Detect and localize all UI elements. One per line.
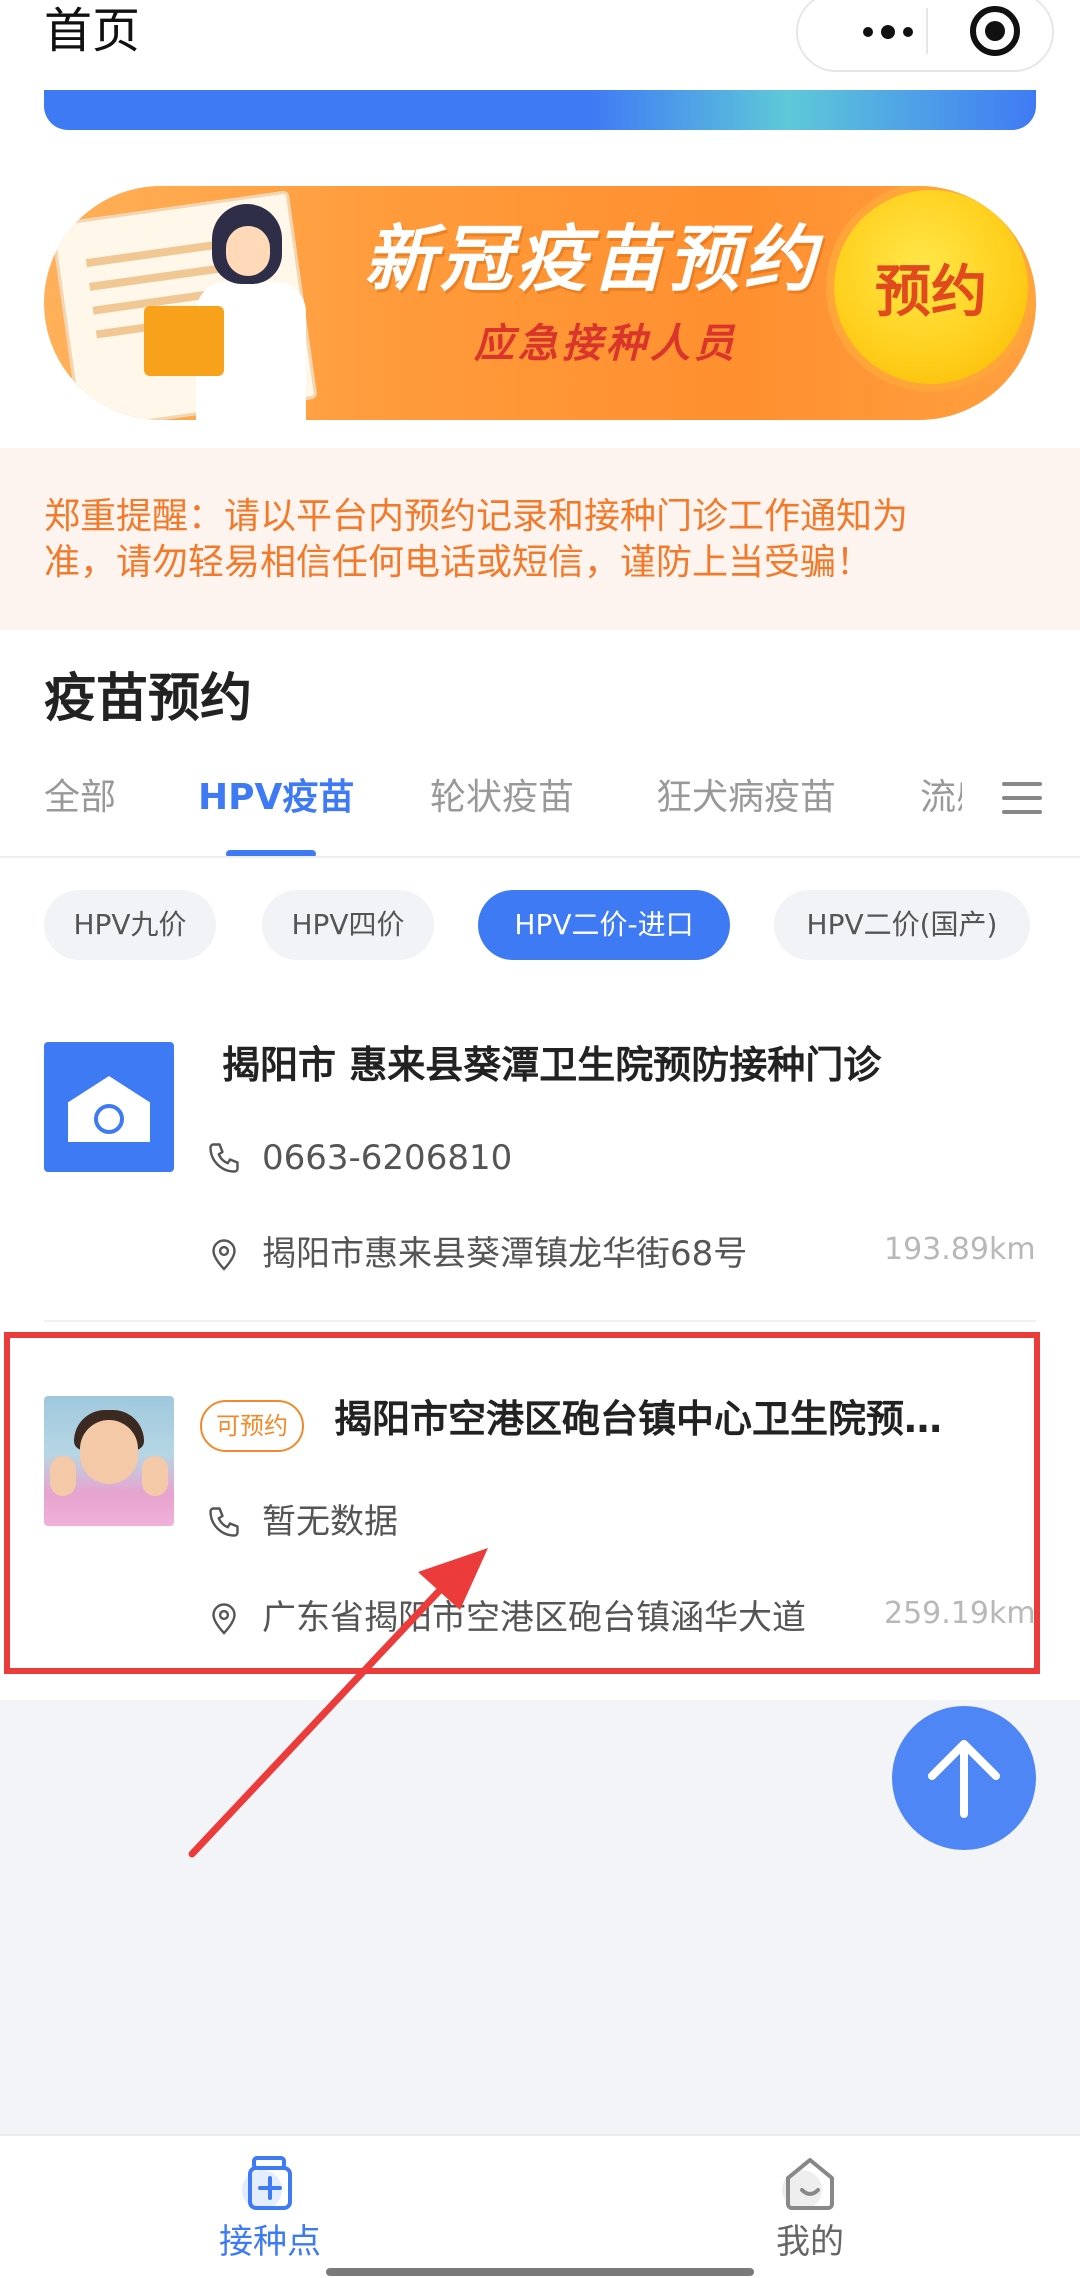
arrow-up-icon: [928, 1740, 1000, 1818]
tab-all[interactable]: 全部: [44, 770, 116, 826]
clinic-photo: [44, 1396, 174, 1526]
folder-illustration: [144, 306, 224, 376]
menu-icon[interactable]: [1002, 778, 1042, 818]
nav-item-vaccination-point[interactable]: 接种点: [120, 2136, 420, 2278]
bottom-navigation: 接种点 我的: [0, 2134, 1080, 2278]
section-title: 疫苗预约: [44, 669, 253, 729]
tab-rotavirus[interactable]: 轮状疫苗: [430, 770, 574, 826]
clinic-address: 广东省揭阳市空港区砲台镇涵华大道: [262, 1598, 806, 1638]
vaccine-tabs: 全部 HPV疫苗 轮状疫苗 狂犬病疫苗 流感: [0, 770, 1080, 860]
mini-program-capsule: [796, 0, 1054, 72]
top-banner[interactable]: [44, 88, 1036, 130]
clinic-name: 揭阳市 惠来县葵潭卫生院预防接种门诊: [222, 1043, 882, 1087]
chip-hpv-9[interactable]: HPV九价: [44, 890, 216, 960]
tab-hpv[interactable]: HPV疫苗: [198, 770, 354, 826]
nav-label: 我的: [776, 2222, 844, 2262]
location-icon: [212, 1603, 236, 1635]
nav-item-mine[interactable]: 我的: [660, 2136, 960, 2278]
banner-title: 新冠疫苗预约: [364, 217, 821, 301]
clinic-phone: 0663-6206810: [262, 1138, 513, 1178]
more-options-icon[interactable]: [838, 12, 938, 52]
tab-flu-label: 流感: [920, 777, 962, 818]
notice-text: 郑重提醒：请以平台内预约记录和接种门诊工作通知为 准，请勿轻易相信任何电话或短信…: [44, 494, 1044, 586]
card-divider: [44, 1320, 1036, 1322]
banner-subtitle: 应急接种人员: [474, 321, 738, 367]
clinic-phone: 暂无数据: [262, 1502, 398, 1542]
top-bar: 首页: [0, 0, 1080, 90]
tabs-divider: [0, 856, 1080, 858]
chip-hpv-2-imported[interactable]: HPV二价-进口: [478, 890, 730, 960]
clinic-distance: 193.89km: [884, 1232, 1036, 1267]
chip-hpv-2-domestic[interactable]: HPV二价(国产): [774, 890, 1030, 960]
phone-icon: [209, 1143, 239, 1173]
phone-icon: [209, 1507, 239, 1537]
bookable-badge: 可预约: [200, 1400, 304, 1452]
tab-rabies[interactable]: 狂犬病疫苗: [656, 770, 836, 826]
doctor-face: [226, 226, 270, 276]
profile-home-icon: [782, 2158, 834, 2210]
app-page: 首页 新冠疫苗预约 应急接种人员 预约 郑重提醒：请以平台内预约记录和接种门诊工…: [0, 0, 1080, 2278]
clinic-address: 揭阳市惠来县葵潭镇龙华街68号: [262, 1234, 748, 1274]
location-icon: [212, 1239, 236, 1271]
notice-line-2: 准，请勿轻易相信任何电话或短信，谨防上当受骗！: [44, 542, 873, 583]
clinic-logo-icon: [44, 1042, 174, 1172]
tab-flu[interactable]: 流感: [920, 770, 962, 830]
medicine-box-icon: [242, 2156, 292, 2210]
clinic-distance: 259.19km: [884, 1596, 1036, 1631]
notice-line-1: 郑重提醒：请以平台内预约记录和接种门诊工作通知为: [44, 496, 909, 537]
page-title: 首页: [44, 3, 141, 59]
close-target-icon[interactable]: [970, 6, 1020, 56]
capsule-divider: [926, 8, 928, 54]
scroll-top-button[interactable]: [892, 1706, 1036, 1850]
nav-label: 接种点: [219, 2222, 321, 2262]
clinic-card[interactable]: 可预约 揭阳市空港区砲台镇中心卫生院预… 暂无数据 广东省揭阳市空港区砲台镇涵华…: [0, 1364, 1080, 1664]
clinic-name: 揭阳市空港区砲台镇中心卫生院预…: [334, 1397, 943, 1441]
covid-vaccine-banner[interactable]: 新冠疫苗预约 应急接种人员 预约: [44, 186, 1036, 420]
banner-book-button[interactable]: 预约: [834, 190, 1028, 384]
chip-hpv-4[interactable]: HPV四价: [262, 890, 434, 960]
home-indicator: [326, 2268, 754, 2276]
clinic-card[interactable]: 揭阳市 惠来县葵潭卫生院预防接种门诊 0663-6206810 揭阳市惠来县葵潭…: [0, 1010, 1080, 1310]
